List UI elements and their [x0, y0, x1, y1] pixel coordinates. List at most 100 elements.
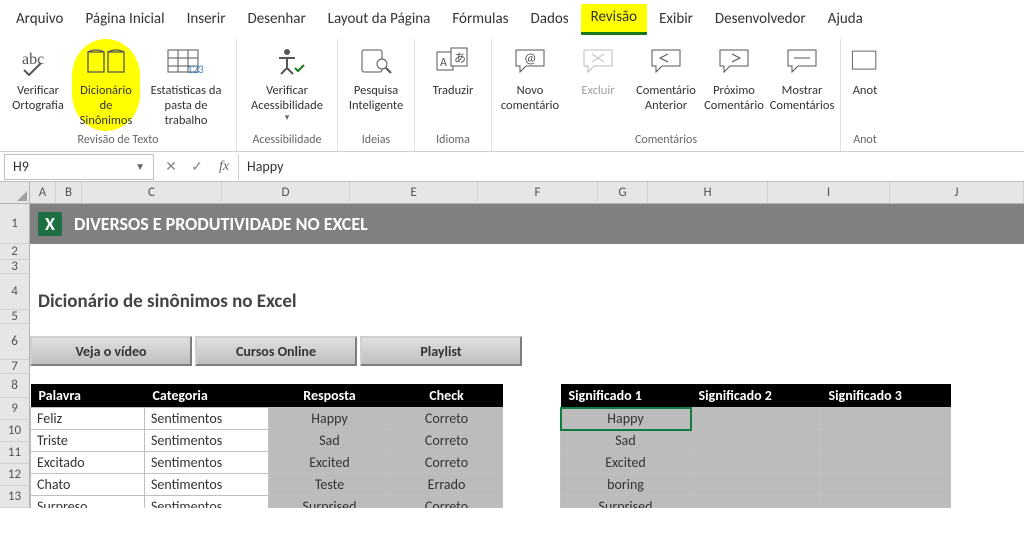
- cell-area[interactable]: X DIVERSOS E PRODUTIVIDADE NO EXCEL Dici…: [30, 204, 1024, 508]
- tab-exibir[interactable]: Exibir: [649, 6, 703, 34]
- cell[interactable]: [691, 474, 821, 496]
- cell[interactable]: Sad: [561, 430, 691, 452]
- tab-dados[interactable]: Dados: [521, 6, 579, 34]
- tab-desenhar[interactable]: Desenhar: [237, 6, 315, 34]
- col-header-b[interactable]: B: [56, 182, 82, 204]
- cell[interactable]: Teste: [269, 474, 391, 496]
- cell[interactable]: Triste: [31, 430, 145, 452]
- cell[interactable]: Sentimentos: [145, 408, 269, 430]
- previous-comment-button[interactable]: Comentário Anterior: [632, 39, 700, 131]
- next-comment-button[interactable]: Próximo Comentário: [700, 39, 768, 131]
- cell[interactable]: Correto: [391, 496, 503, 509]
- col-header-g[interactable]: G: [598, 182, 648, 204]
- tab-pagina-inicial[interactable]: Página Inicial: [75, 6, 174, 34]
- cell[interactable]: Happy: [269, 408, 391, 430]
- thesaurus-button[interactable]: Dicionário de Sinônimos: [72, 39, 140, 131]
- cancel-formula-button[interactable]: ✕: [158, 158, 184, 175]
- col-header-i[interactable]: I: [768, 182, 890, 204]
- cell[interactable]: Surprised: [269, 496, 391, 509]
- cell[interactable]: boring: [561, 474, 691, 496]
- cell[interactable]: Correto: [391, 430, 503, 452]
- row-header[interactable]: 1: [0, 204, 30, 244]
- table-row[interactable]: SurpresoSentimentosSurprisedCorreto: [31, 496, 503, 509]
- show-comments-button[interactable]: Mostrar Comentários: [768, 39, 836, 131]
- table-row[interactable]: boring: [561, 474, 951, 496]
- row-header[interactable]: 8: [0, 374, 30, 398]
- cell[interactable]: Correto: [391, 452, 503, 474]
- cell[interactable]: [691, 430, 821, 452]
- row-header[interactable]: 13: [0, 486, 30, 508]
- row-header[interactable]: 12: [0, 464, 30, 486]
- cell[interactable]: Excitado: [31, 452, 145, 474]
- row-header[interactable]: 5: [0, 310, 30, 324]
- cell[interactable]: Surpreso: [31, 496, 145, 509]
- translate-button[interactable]: Aあ Traduzir: [419, 39, 487, 131]
- row-header[interactable]: 7: [0, 360, 30, 374]
- table-row[interactable]: TristeSentimentosSadCorreto: [31, 430, 503, 452]
- cell[interactable]: Sentimentos: [145, 474, 269, 496]
- playlist-button[interactable]: Playlist: [360, 336, 522, 366]
- col-header-c[interactable]: C: [82, 182, 222, 204]
- check-accessibility-button[interactable]: Verificar Acessibilidade ▾: [241, 39, 333, 131]
- table-row[interactable]: ChatoSentimentosTesteErrado: [31, 474, 503, 496]
- cell[interactable]: [821, 430, 951, 452]
- tab-arquivo[interactable]: Arquivo: [6, 6, 73, 34]
- col-header-d[interactable]: D: [222, 182, 350, 204]
- video-button[interactable]: Veja o vídeo: [30, 336, 192, 366]
- insert-function-button[interactable]: fx: [210, 159, 238, 175]
- tab-formulas[interactable]: Fórmulas: [442, 6, 518, 34]
- cell[interactable]: Sentimentos: [145, 452, 269, 474]
- tab-inserir[interactable]: Inserir: [177, 6, 236, 34]
- table-row[interactable]: ExcitadoSentimentosExcitedCorreto: [31, 452, 503, 474]
- tab-layout[interactable]: Layout da Página: [318, 6, 441, 34]
- cell[interactable]: [691, 452, 821, 474]
- table-row[interactable]: Happy: [561, 408, 951, 430]
- tab-revisao[interactable]: Revisão: [581, 4, 647, 35]
- formula-input[interactable]: Happy: [238, 154, 1024, 180]
- smart-lookup-button[interactable]: Pesquisa Inteligente: [342, 39, 410, 131]
- col-header-j[interactable]: J: [890, 182, 1024, 204]
- spell-check-button[interactable]: abc Verificar Ortografia: [4, 39, 72, 131]
- row-header[interactable]: 10: [0, 420, 30, 442]
- workbook-stats-button[interactable]: 123 Estatísticas da pasta de trabalho: [140, 39, 232, 131]
- table-row[interactable]: Surprised: [561, 496, 951, 509]
- col-header-h[interactable]: H: [648, 182, 768, 204]
- cell[interactable]: [821, 496, 951, 509]
- table-row[interactable]: FelizSentimentosHappyCorreto: [31, 408, 503, 430]
- row-header[interactable]: 11: [0, 442, 30, 464]
- tab-ajuda[interactable]: Ajuda: [818, 6, 873, 34]
- cell[interactable]: [691, 408, 821, 430]
- col-header-f[interactable]: F: [478, 182, 598, 204]
- row-header[interactable]: 4: [0, 274, 30, 310]
- cell[interactable]: Sentimentos: [145, 496, 269, 509]
- row-header[interactable]: 6: [0, 324, 30, 360]
- notes-button[interactable]: Anot: [845, 39, 885, 131]
- table-row[interactable]: Sad: [561, 430, 951, 452]
- chevron-down-icon[interactable]: ▼: [135, 160, 145, 173]
- cell[interactable]: Excited: [269, 452, 391, 474]
- select-all-corner[interactable]: [0, 182, 30, 204]
- row-header[interactable]: 2: [0, 244, 30, 260]
- cell[interactable]: Chato: [31, 474, 145, 496]
- cell[interactable]: [821, 408, 951, 430]
- cell[interactable]: [691, 496, 821, 509]
- col-header-e[interactable]: E: [350, 182, 478, 204]
- row-header[interactable]: 3: [0, 260, 30, 274]
- cell[interactable]: Surprised: [561, 496, 691, 509]
- name-box[interactable]: H9 ▼: [4, 154, 154, 180]
- cell-selected[interactable]: Happy: [561, 408, 691, 430]
- cell[interactable]: [821, 452, 951, 474]
- table-row[interactable]: Excited: [561, 452, 951, 474]
- cell[interactable]: Sad: [269, 430, 391, 452]
- col-header-a[interactable]: A: [30, 182, 56, 204]
- cell[interactable]: Correto: [391, 408, 503, 430]
- cell[interactable]: Sentimentos: [145, 430, 269, 452]
- cell[interactable]: Excited: [561, 452, 691, 474]
- new-comment-button[interactable]: @ Novo comentário: [496, 39, 564, 131]
- cell[interactable]: Feliz: [31, 408, 145, 430]
- accept-formula-button[interactable]: ✓: [184, 158, 210, 175]
- cell[interactable]: [821, 474, 951, 496]
- courses-button[interactable]: Cursos Online: [195, 336, 357, 366]
- row-header[interactable]: 9: [0, 398, 30, 420]
- cell[interactable]: Errado: [391, 474, 503, 496]
